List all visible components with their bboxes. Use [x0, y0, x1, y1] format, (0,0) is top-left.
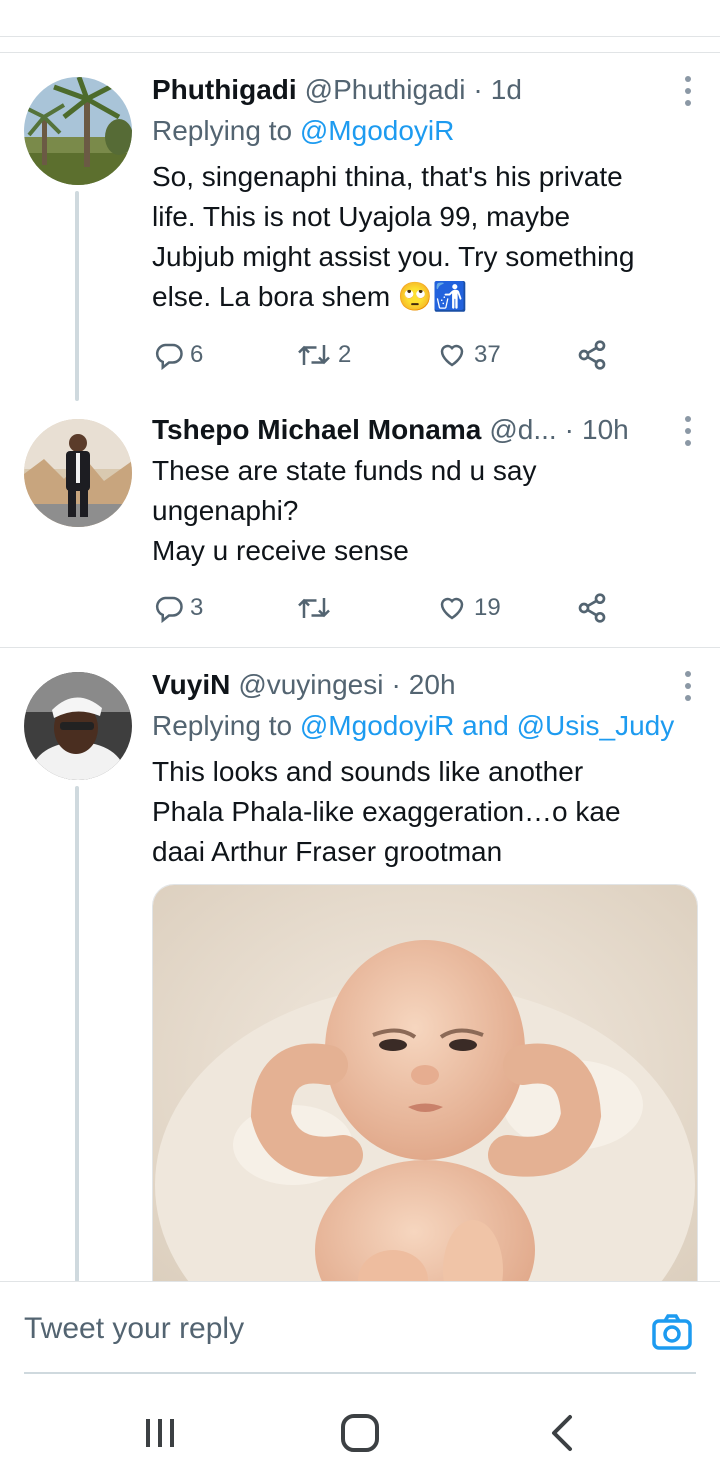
replying-prefix: Replying to — [152, 115, 300, 146]
timestamp[interactable]: 1d — [491, 74, 522, 106]
tweet-image[interactable] — [152, 884, 698, 1306]
reply-icon — [155, 596, 183, 623]
separator-dot: · — [473, 74, 483, 105]
like-count: 37 — [474, 341, 501, 368]
back-icon[interactable] — [548, 1413, 576, 1458]
author-name[interactable]: Tshepo Michael Monama — [152, 414, 481, 446]
retweet-icon — [298, 345, 330, 365]
tweet-text-line: ungenaphi? — [152, 495, 299, 526]
separator-dot: · — [564, 414, 574, 445]
like-icon — [440, 344, 464, 367]
like-icon — [440, 597, 464, 620]
camera-icon[interactable] — [652, 1314, 692, 1355]
separator-dot: · — [391, 669, 401, 700]
avatar[interactable] — [24, 77, 132, 185]
like-button[interactable]: 19 — [436, 588, 501, 628]
tweet-text: This looks and sounds like another Phala… — [152, 752, 692, 872]
share-button[interactable] — [576, 335, 608, 375]
thread-line — [75, 786, 79, 1282]
like-button[interactable]: 37 — [436, 335, 501, 375]
retweet-icon — [298, 598, 330, 618]
share-icon — [578, 593, 606, 623]
tweet-3[interactable]: VuyiN @vuyingesi · 20h Replying to @Mgod… — [0, 648, 720, 1306]
reply-button[interactable]: 6 — [154, 335, 203, 375]
reply-underline — [24, 1372, 696, 1374]
avatar[interactable] — [24, 419, 132, 527]
author-handle[interactable]: @Phuthigadi — [305, 74, 466, 106]
top-divider — [0, 36, 720, 37]
system-nav-bar — [0, 1389, 720, 1479]
thread-line — [75, 191, 79, 401]
recents-icon[interactable] — [142, 1415, 178, 1456]
tweet-text: So, singenaphi thina, that's his private… — [152, 157, 692, 317]
tweet-header: Phuthigadi @Phuthigadi · 1d — [152, 70, 694, 110]
reply-input[interactable]: Tweet your reply — [24, 1312, 244, 1346]
timestamp[interactable]: 20h — [409, 669, 456, 701]
share-button[interactable] — [576, 588, 608, 628]
mention-link[interactable]: @MgodoyiR and @Usis_Judy — [300, 710, 674, 741]
tweet-text-line: May u receive sense — [152, 535, 409, 566]
author-handle[interactable]: @vuyingesi — [238, 669, 383, 701]
retweet-button[interactable]: 2 — [296, 335, 351, 375]
tweet-text-line: Phala Phala-like exaggeration…o kae — [152, 796, 621, 827]
tweet-text-line: daai Arthur Fraser grootman — [152, 836, 503, 867]
tweet-actions: 3 19 — [152, 588, 632, 628]
tweet-actions: 6 2 37 — [152, 335, 632, 375]
replying-to: Replying to @MgodoyiR and @Usis_Judy — [152, 710, 674, 742]
author-handle[interactable]: @d... — [489, 414, 556, 446]
replying-to: Replying to @MgodoyiR — [152, 115, 454, 147]
tweet-2[interactable]: Tshepo Michael Monama @d... · 10h These … — [0, 393, 720, 647]
tweet-text-line: So, singenaphi thina, that's his private — [152, 161, 623, 192]
timestamp[interactable]: 10h — [582, 414, 629, 446]
reply-count: 3 — [190, 594, 204, 621]
tweet-header: VuyiN @vuyingesi · 20h — [152, 665, 694, 705]
more-icon[interactable] — [684, 671, 692, 701]
reply-button[interactable]: 3 — [154, 588, 203, 628]
tweet-text-line: else. La bora shem 🙄🚮 — [152, 281, 468, 312]
author-name[interactable]: Phuthigadi — [152, 74, 297, 106]
reply-count: 6 — [190, 341, 204, 368]
like-count: 19 — [474, 594, 501, 621]
tweet-text: These are state funds nd u say ungenaphi… — [152, 451, 692, 571]
tweet-header: Tshepo Michael Monama @d... · 10h — [152, 410, 694, 450]
replying-prefix: Replying to — [152, 710, 300, 741]
avatar[interactable] — [24, 672, 132, 780]
more-icon[interactable] — [684, 76, 692, 106]
tweet-text-line: life. This is not Uyajola 99, maybe — [152, 201, 571, 232]
reply-icon — [155, 343, 183, 370]
tweet-text-line: These are state funds nd u say — [152, 455, 537, 486]
retweet-count: 2 — [338, 341, 352, 368]
reply-bar: Tweet your reply — [0, 1282, 720, 1389]
author-name[interactable]: VuyiN — [152, 669, 230, 701]
retweet-button[interactable] — [296, 588, 338, 628]
tweet-text-line: This looks and sounds like another — [152, 756, 584, 787]
tweet-text-line: Jubjub might assist you. Try something — [152, 241, 635, 272]
share-icon — [578, 340, 606, 370]
mention-link[interactable]: @MgodoyiR — [300, 115, 454, 146]
home-icon[interactable] — [340, 1413, 380, 1458]
tweet-1[interactable]: Phuthigadi @Phuthigadi · 1d Replying to … — [0, 53, 720, 401]
more-icon[interactable] — [684, 416, 692, 446]
